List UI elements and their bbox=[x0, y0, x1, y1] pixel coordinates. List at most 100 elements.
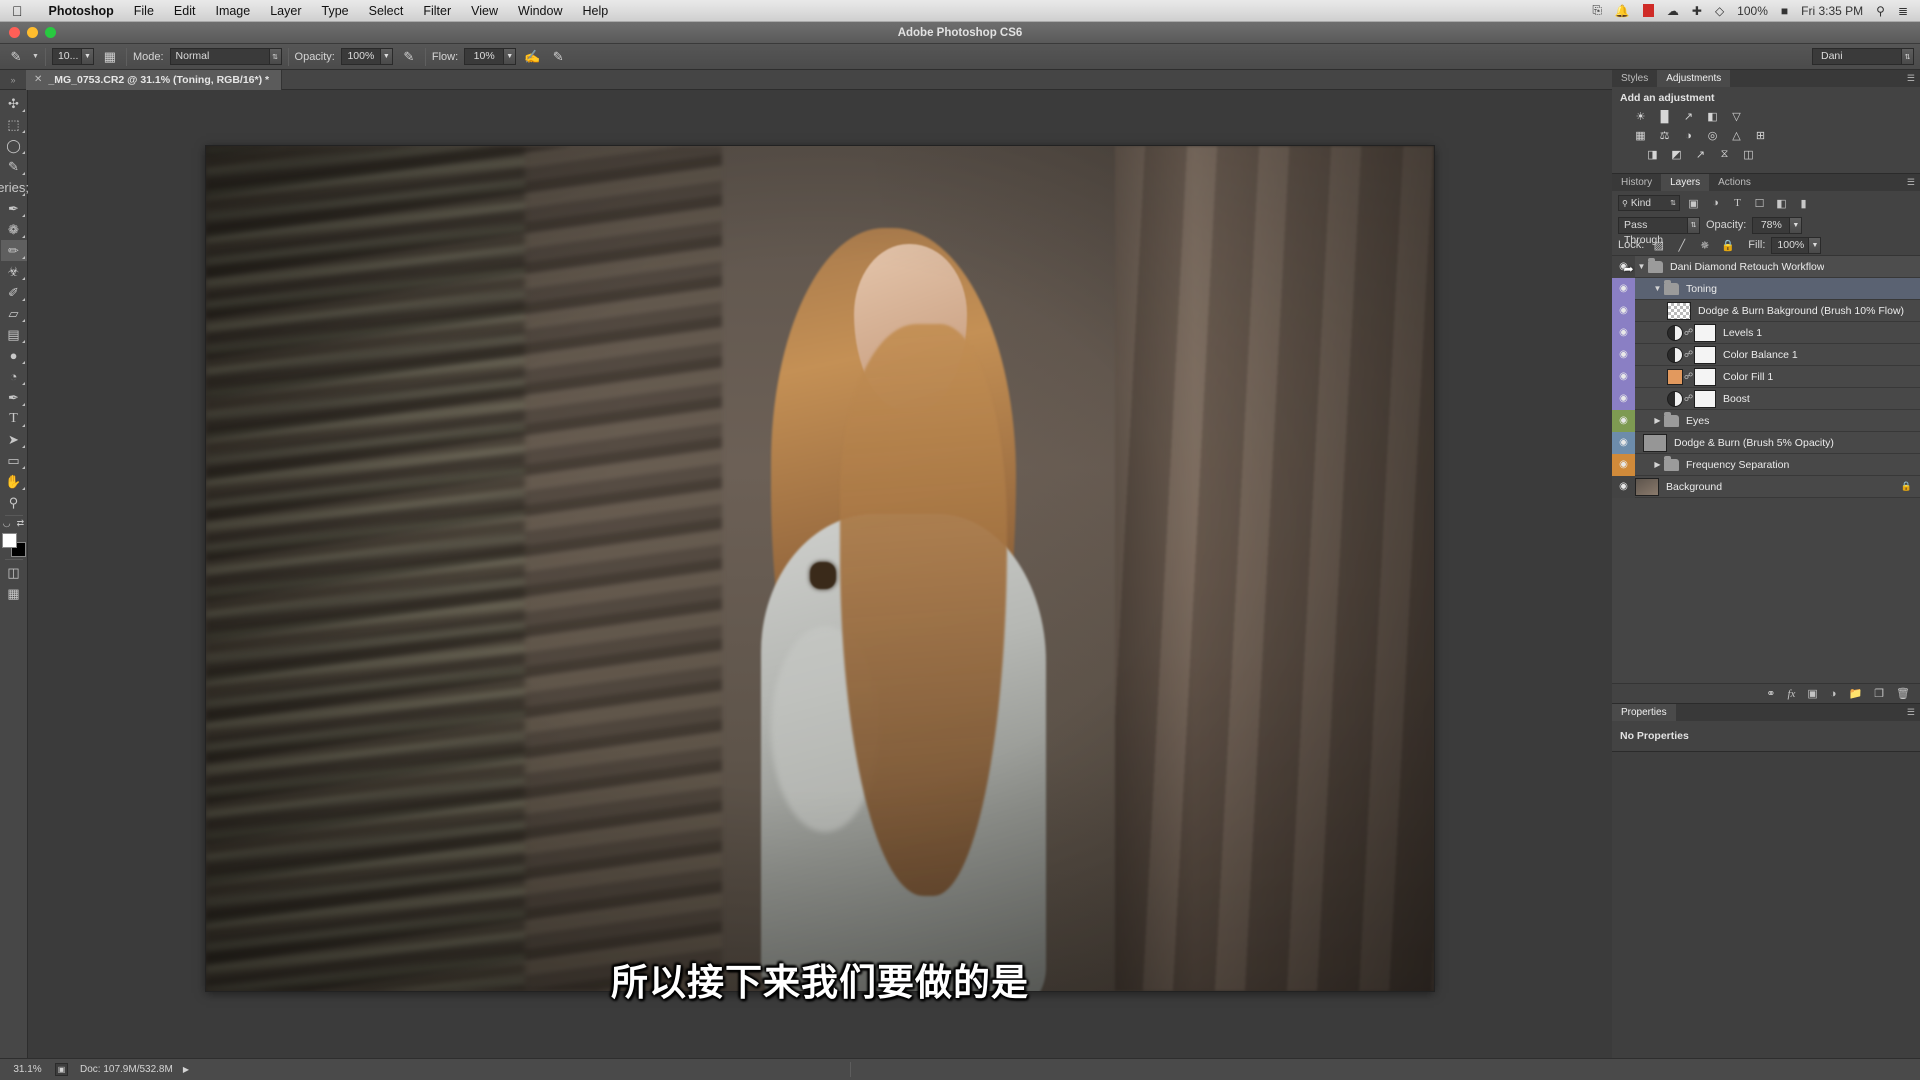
new-group-icon[interactable]: 📁 bbox=[1848, 687, 1862, 700]
rectangle-tool[interactable]: ▭ bbox=[1, 450, 27, 471]
layer-name[interactable]: Dodge & Burn Bakground (Brush 10% Flow) bbox=[1691, 305, 1904, 317]
layer-thumbnail[interactable] bbox=[1667, 302, 1691, 320]
crop-tool[interactable]: series;⌖ bbox=[1, 177, 27, 198]
eye-icon[interactable]: ◉ bbox=[1619, 327, 1628, 338]
minimize-button[interactable] bbox=[27, 27, 38, 38]
group-expand-caret[interactable]: ▼ bbox=[1635, 262, 1648, 271]
menu-window[interactable]: Window bbox=[508, 4, 572, 18]
table-row[interactable]: ◉ Background 🔒 bbox=[1612, 476, 1920, 498]
new-fill-adjustment-layer-icon[interactable]: ◑ bbox=[1830, 688, 1837, 700]
layer-visibility-toggle[interactable]: ◉ bbox=[1612, 300, 1635, 322]
move-tool[interactable]: ✣ bbox=[1, 93, 27, 114]
marquee-tool[interactable]: ⬚ bbox=[1, 114, 27, 135]
filter-pixel-icon[interactable]: ▣ bbox=[1685, 195, 1702, 211]
layer-thumbnail[interactable] bbox=[1635, 478, 1659, 496]
opacity-field[interactable]: 100% ▼ bbox=[341, 48, 393, 65]
chevron-down-icon[interactable]: ⇅ bbox=[1688, 217, 1700, 234]
chevron-down-icon[interactable]: ▼ bbox=[381, 48, 393, 65]
flow-field[interactable]: 10% ▼ bbox=[464, 48, 516, 65]
layer-opacity-field[interactable]: 78% ▼ bbox=[1752, 217, 1802, 234]
tab-layers[interactable]: Layers bbox=[1661, 174, 1709, 191]
foreground-color-swatch[interactable] bbox=[2, 533, 17, 548]
eye-icon[interactable]: ◉ bbox=[1619, 481, 1628, 492]
layer-blend-mode-select[interactable]: Pass Through ⇅ bbox=[1618, 217, 1700, 234]
layer-name[interactable]: Color Fill 1 bbox=[1716, 371, 1773, 383]
layer-visibility-toggle[interactable]: ◉ bbox=[1612, 454, 1635, 476]
chevron-down-icon[interactable]: ⇅ bbox=[1902, 48, 1914, 65]
link-mask-icon[interactable]: ☍ bbox=[1683, 371, 1694, 382]
chevron-down-icon[interactable]: ▼ bbox=[1790, 217, 1802, 234]
search-icon[interactable]: ⚲ bbox=[1876, 4, 1885, 18]
panel-menu-icon[interactable]: ☰ bbox=[1907, 177, 1915, 188]
hue-saturation-icon[interactable]: ▦ bbox=[1632, 128, 1649, 143]
zoom-level[interactable]: 31.1% bbox=[0, 1064, 55, 1075]
exposure-icon[interactable]: ◧ bbox=[1704, 109, 1721, 124]
layer-thumbnail[interactable] bbox=[1667, 369, 1683, 385]
type-tool[interactable]: T bbox=[1, 408, 27, 429]
eyedropper-tool[interactable]: ✒ bbox=[1, 198, 27, 219]
chevron-down-icon[interactable]: ▼ bbox=[504, 48, 516, 65]
lock-all-icon[interactable]: 🔒 bbox=[1719, 237, 1736, 253]
layer-visibility-toggle[interactable]: ◉ bbox=[1612, 344, 1635, 366]
photo-filter-icon[interactable]: ◎ bbox=[1704, 128, 1721, 143]
layer-mask-thumbnail[interactable] bbox=[1694, 324, 1716, 342]
eye-icon[interactable]: ◉ bbox=[1619, 437, 1628, 448]
eye-icon[interactable]: ◉ bbox=[1619, 415, 1628, 426]
layer-name[interactable]: Levels 1 bbox=[1716, 327, 1762, 339]
blend-mode-select[interactable]: Normal ⇅ bbox=[170, 48, 282, 65]
default-colors-icon[interactable]: ◡ bbox=[3, 518, 11, 529]
spot-healing-brush-tool[interactable]: ❁ bbox=[1, 219, 27, 240]
menu-select[interactable]: Select bbox=[359, 4, 414, 18]
layer-mask-thumbnail[interactable] bbox=[1694, 368, 1716, 386]
layer-name[interactable]: Color Balance 1 bbox=[1716, 349, 1798, 361]
document-tab[interactable]: ✕ _MG_0753.CR2 @ 31.1% (Toning, RGB/16*)… bbox=[26, 70, 282, 90]
table-row[interactable]: ◉ ➦ ▼ Dani Diamond Retouch Workflow bbox=[1612, 256, 1920, 278]
levels-icon[interactable]: █ bbox=[1656, 109, 1673, 124]
panel-expand-icon[interactable]: » bbox=[0, 75, 26, 85]
menu-help[interactable]: Help bbox=[572, 4, 618, 18]
document-thumb-icon[interactable]: ▣ bbox=[55, 1063, 68, 1076]
eye-icon[interactable]: ◉ bbox=[1619, 459, 1628, 470]
layer-name[interactable]: Background bbox=[1659, 481, 1722, 493]
pen-tool[interactable]: ✒ bbox=[1, 387, 27, 408]
hand-tool[interactable]: ✋ bbox=[1, 471, 27, 492]
menu-image[interactable]: Image bbox=[205, 4, 260, 18]
airbrush-icon[interactable]: ✍ bbox=[522, 47, 542, 67]
menu-file[interactable]: File bbox=[124, 4, 164, 18]
document-canvas-image[interactable] bbox=[206, 146, 1434, 991]
color-lookup-icon[interactable]: ⊞ bbox=[1752, 128, 1769, 143]
delete-layer-icon[interactable]: 🗑 bbox=[1896, 687, 1910, 700]
group-expand-caret[interactable]: ▼ bbox=[1651, 284, 1664, 293]
zoom-tool[interactable]: ⚲ bbox=[1, 492, 27, 513]
menu-edit[interactable]: Edit bbox=[164, 4, 206, 18]
table-row[interactable]: ◉ ☍ Boost bbox=[1612, 388, 1920, 410]
blur-tool[interactable]: ● bbox=[1, 345, 27, 366]
layer-visibility-toggle[interactable]: ◉ bbox=[1612, 476, 1635, 498]
layer-visibility-toggle[interactable]: ◉ bbox=[1612, 410, 1635, 432]
adjustment-thumbnail[interactable] bbox=[1667, 347, 1683, 363]
layer-mask-thumbnail[interactable] bbox=[1694, 390, 1716, 408]
close-icon[interactable]: ✕ bbox=[34, 74, 42, 85]
brush-size-picker[interactable]: 10... ▼ bbox=[52, 48, 94, 65]
filter-toggle-icon[interactable]: ▮ bbox=[1795, 195, 1812, 211]
panel-menu-icon[interactable]: ☰ bbox=[1907, 73, 1915, 84]
quick-mask-icon[interactable]: ◫ bbox=[1, 562, 27, 583]
layer-thumbnail[interactable] bbox=[1643, 434, 1667, 452]
layer-name[interactable]: Eyes bbox=[1679, 415, 1709, 427]
dodge-tool[interactable]: ◔ bbox=[1, 366, 27, 387]
quick-selection-tool[interactable]: ✎ bbox=[1, 156, 27, 177]
layer-visibility-toggle[interactable]: ◉ bbox=[1612, 388, 1635, 410]
layer-mask-thumbnail[interactable] bbox=[1694, 346, 1716, 364]
layer-name[interactable]: Frequency Separation bbox=[1679, 459, 1789, 471]
chevron-down-icon[interactable]: ▼ bbox=[1809, 237, 1821, 254]
menu-filter[interactable]: Filter bbox=[413, 4, 461, 18]
pressure-size-icon[interactable]: ✎ bbox=[548, 47, 568, 67]
layer-visibility-toggle[interactable]: ◉ bbox=[1612, 322, 1635, 344]
table-row[interactable]: ◉ Dodge & Burn (Brush 5% Opacity) bbox=[1612, 432, 1920, 454]
swap-colors-icon[interactable]: ⇄ bbox=[17, 518, 25, 529]
path-selection-tool[interactable]: ➤ bbox=[1, 429, 27, 450]
filter-shape-icon[interactable]: ☐ bbox=[1751, 195, 1768, 211]
group-expand-caret[interactable]: ▶ bbox=[1651, 460, 1664, 469]
vibrance-icon[interactable]: ▽ bbox=[1728, 109, 1745, 124]
add-layer-mask-icon[interactable]: ▣ bbox=[1807, 687, 1817, 700]
